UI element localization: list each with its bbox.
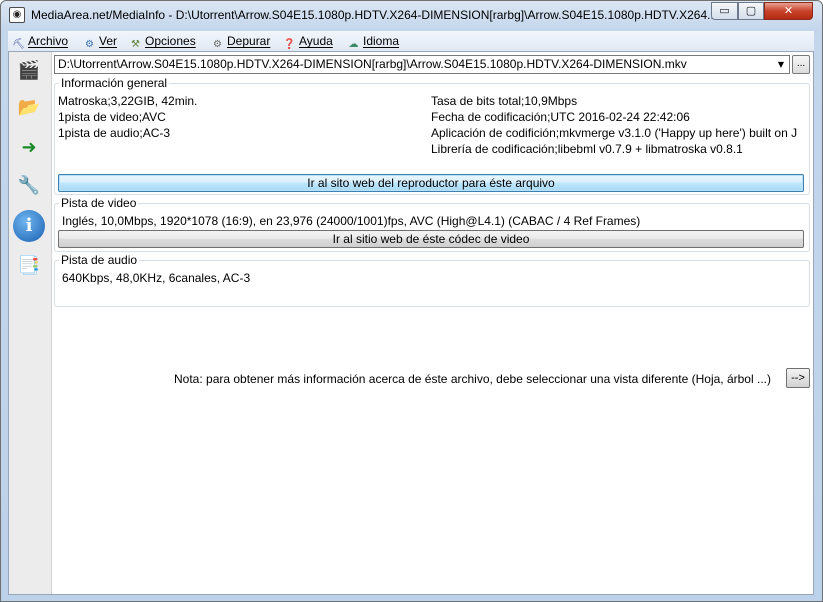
video-track-info: Inglés, 10,0Mbps, 1920*1078 (16:9), en 2… bbox=[62, 214, 641, 228]
general-left-line-2: 1pista de video;AVC bbox=[58, 110, 166, 124]
video-codec-website-button[interactable]: Ir al sitio web de éste códec de video bbox=[58, 230, 804, 248]
video-track-legend: Pista de video bbox=[61, 196, 137, 210]
menu-archivo[interactable]: ⛏ Archivo bbox=[12, 33, 68, 50]
menu-opciones[interactable]: ⚒ Opciones bbox=[129, 33, 196, 50]
view-note: Nota: para obtener más información acerc… bbox=[174, 372, 771, 386]
menu-idioma[interactable]: ☁ Idioma bbox=[347, 33, 400, 50]
browse-button[interactable]: ... bbox=[792, 55, 810, 74]
idioma-icon: ☁ bbox=[348, 39, 359, 50]
menu-ayuda[interactable]: ❓ Ayuda bbox=[283, 33, 333, 50]
speaker-icon[interactable]: ◉ bbox=[9, 7, 25, 23]
file-selector[interactable]: D:\Utorrent\Arrow.S04E15.1080p.HDTV.X264… bbox=[54, 55, 790, 74]
title-bar[interactable]: ◉ MediaArea.net/MediaInfo - D:\Utorrent\… bbox=[1, 1, 822, 29]
menu-depurar[interactable]: ⚙ Depurar bbox=[211, 33, 270, 50]
general-left-line-3: 1pista de audio;AC-3 bbox=[58, 126, 171, 140]
opciones-icon: ⚒ bbox=[131, 39, 140, 50]
preferences-icon[interactable]: 🔧 bbox=[13, 170, 45, 202]
window-title: MediaArea.net/MediaInfo - D:\Utorrent\Ar… bbox=[31, 8, 718, 22]
main-window: ◉ MediaArea.net/MediaInfo - D:\Utorrent\… bbox=[0, 0, 823, 602]
depurar-icon: ⚙ bbox=[213, 39, 222, 50]
chevron-down-icon[interactable]: ▼ bbox=[776, 56, 786, 73]
general-right-line-4: Librería de codificación;libebml v0.7.9 … bbox=[431, 142, 743, 156]
archivo-icon: ⛏ bbox=[12, 39, 25, 50]
next-view-button[interactable]: --> bbox=[786, 368, 810, 388]
open-folder-icon[interactable]: 📂 bbox=[13, 92, 45, 124]
export-icon[interactable]: ➜ bbox=[13, 132, 45, 164]
open-file-icon[interactable]: 🎬 bbox=[13, 55, 45, 87]
general-right-line-1: Tasa de bits total;10,9Mbps bbox=[431, 94, 578, 108]
ver-icon: ⚙ bbox=[85, 39, 94, 50]
maximize-button[interactable]: ▢ bbox=[738, 2, 764, 20]
minimize-button[interactable]: ▭ bbox=[711, 2, 738, 20]
close-button[interactable]: ✕ bbox=[764, 2, 813, 20]
general-right-line-3: Aplicación de codifición;mkvmerge v3.1.0… bbox=[431, 126, 798, 140]
player-website-button[interactable]: Ir al sito web del reproductor para éste… bbox=[58, 174, 804, 192]
client-area: 🎬 📂 ➜ 🔧 i 📑 D:\Utorrent\Arrow.S04E15.108… bbox=[8, 51, 814, 595]
knowledge-base-icon[interactable]: 📑 bbox=[13, 250, 45, 282]
about-icon[interactable]: i bbox=[13, 210, 45, 242]
general-left-line-1: Matroska;3,22GIB, 42min. bbox=[58, 94, 198, 108]
main-content: D:\Utorrent\Arrow.S04E15.1080p.HDTV.X264… bbox=[52, 52, 813, 594]
general-info-legend: Información general bbox=[61, 76, 168, 90]
sidebar: 🎬 📂 ➜ 🔧 i 📑 bbox=[9, 52, 52, 594]
file-path: D:\Utorrent\Arrow.S04E15.1080p.HDTV.X264… bbox=[58, 57, 687, 71]
ayuda-icon: ❓ bbox=[283, 39, 296, 50]
audio-track-info: 640Kbps, 48,0KHz, 6canales, AC-3 bbox=[62, 271, 251, 285]
general-right-line-2: Fecha de codificación;UTC 2016-02-24 22:… bbox=[431, 110, 690, 124]
menu-ver[interactable]: ⚙ Ver bbox=[83, 33, 117, 50]
audio-track-legend: Pista de audio bbox=[61, 253, 138, 267]
menu-bar: ⛏ Archivo ⚙ Ver ⚒ Opciones ⚙ Depurar ❓ Ayuda … bbox=[8, 31, 814, 51]
